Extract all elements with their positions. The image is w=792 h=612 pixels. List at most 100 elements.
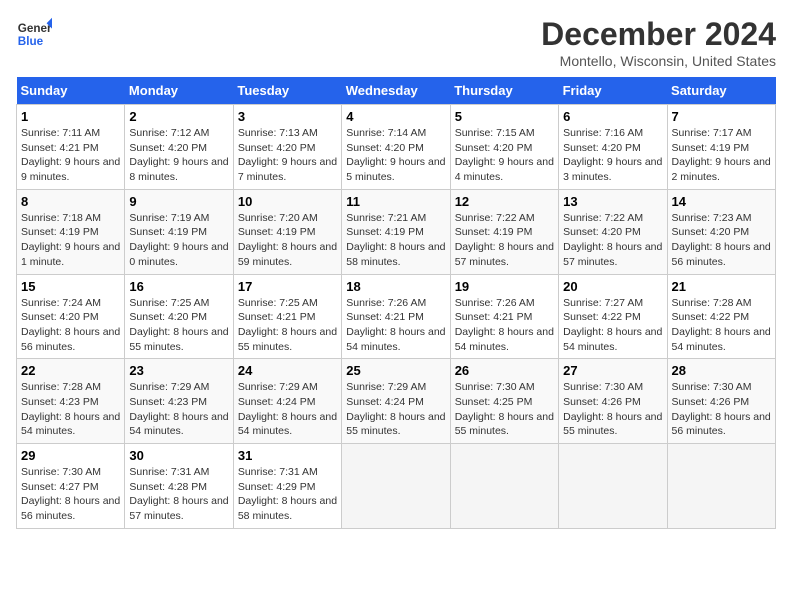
day-number: 13 <box>563 194 662 209</box>
calendar-cell: 15 Sunrise: 7:24 AMSunset: 4:20 PMDayligh… <box>17 274 125 359</box>
header-cell-wednesday: Wednesday <box>342 77 450 105</box>
calendar-cell: 9 Sunrise: 7:19 AMSunset: 4:19 PMDaylight… <box>125 189 233 274</box>
cell-info: Sunrise: 7:31 AMSunset: 4:28 PMDaylight:… <box>129 465 228 524</box>
calendar-cell: 8Sunrise: 7:18 AMSunset: 4:19 PMDaylight… <box>17 189 125 274</box>
day-number: 1 <box>21 109 120 124</box>
calendar-week-5: 29Sunrise: 7:30 AMSunset: 4:27 PMDayligh… <box>17 444 776 529</box>
day-number: 21 <box>672 279 771 294</box>
day-number: 11 <box>346 194 445 209</box>
cell-info: Sunrise: 7:11 AMSunset: 4:21 PMDaylight:… <box>21 126 120 185</box>
svg-text:General: General <box>18 22 52 35</box>
cell-info: Sunrise: 7:30 AMSunset: 4:26 PMDaylight:… <box>672 380 771 439</box>
cell-info: Sunrise: 7:28 AMSunset: 4:23 PMDaylight:… <box>21 380 120 439</box>
title-area: December 2024 Montello, Wisconsin, Unite… <box>541 16 776 69</box>
calendar-cell: 3Sunrise: 7:13 AMSunset: 4:20 PMDaylight… <box>233 105 341 190</box>
day-number: 20 <box>563 279 662 294</box>
cell-info: Sunrise: 7:31 AMSunset: 4:29 PMDaylight:… <box>238 465 337 524</box>
calendar-cell <box>450 444 558 529</box>
cell-info: Sunrise: 7:29 AMSunset: 4:24 PMDaylight:… <box>238 380 337 439</box>
calendar-cell: 1 Sunrise: 7:11 AMSunset: 4:21 PMDaylight… <box>17 105 125 190</box>
calendar-cell: 29Sunrise: 7:30 AMSunset: 4:27 PMDayligh… <box>17 444 125 529</box>
day-number: 7 <box>672 109 771 124</box>
day-number: 6 <box>563 109 662 124</box>
calendar-header-row: SundayMondayTuesdayWednesdayThursdayFrid… <box>17 77 776 105</box>
calendar-cell: 23 Sunrise: 7:29 AMSunset: 4:23 PMDayligh… <box>125 359 233 444</box>
subtitle: Montello, Wisconsin, United States <box>541 53 776 69</box>
calendar-cell: 22 Sunrise: 7:28 AMSunset: 4:23 PMDayligh… <box>17 359 125 444</box>
day-number: 24 <box>238 363 337 378</box>
logo-icon: General Blue <box>16 16 52 52</box>
calendar-cell: 5 Sunrise: 7:15 AMSunset: 4:20 PMDaylight… <box>450 105 558 190</box>
calendar-cell <box>342 444 450 529</box>
calendar-cell: 24 Sunrise: 7:29 AMSunset: 4:24 PMDayligh… <box>233 359 341 444</box>
header-cell-saturday: Saturday <box>667 77 775 105</box>
cell-info: Sunrise: 7:22 AMSunset: 4:19 PMDaylight:… <box>455 211 554 270</box>
day-number: 18 <box>346 279 445 294</box>
calendar-body: 1 Sunrise: 7:11 AMSunset: 4:21 PMDaylight… <box>17 105 776 529</box>
calendar-cell: 30 Sunrise: 7:31 AMSunset: 4:28 PMDayligh… <box>125 444 233 529</box>
cell-info: Sunrise: 7:19 AMSunset: 4:19 PMDaylight:… <box>129 211 228 270</box>
cell-info: Sunrise: 7:16 AMSunset: 4:20 PMDaylight:… <box>563 126 662 185</box>
header-cell-tuesday: Tuesday <box>233 77 341 105</box>
calendar-cell: 16 Sunrise: 7:25 AMSunset: 4:20 PMDayligh… <box>125 274 233 359</box>
calendar-cell: 27Sunrise: 7:30 AMSunset: 4:26 PMDayligh… <box>559 359 667 444</box>
day-number: 12 <box>455 194 554 209</box>
calendar-week-4: 22 Sunrise: 7:28 AMSunset: 4:23 PMDayligh… <box>17 359 776 444</box>
calendar-table: SundayMondayTuesdayWednesdayThursdayFrid… <box>16 77 776 529</box>
cell-info: Sunrise: 7:23 AMSunset: 4:20 PMDaylight:… <box>672 211 771 270</box>
day-number: 19 <box>455 279 554 294</box>
day-number: 2 <box>129 109 228 124</box>
calendar-cell: 25 Sunrise: 7:29 AMSunset: 4:24 PMDayligh… <box>342 359 450 444</box>
calendar-cell: 12 Sunrise: 7:22 AMSunset: 4:19 PMDayligh… <box>450 189 558 274</box>
calendar-cell: 21 Sunrise: 7:28 AMSunset: 4:22 PMDayligh… <box>667 274 775 359</box>
main-title: December 2024 <box>541 16 776 53</box>
calendar-cell: 11Sunrise: 7:21 AMSunset: 4:19 PMDayligh… <box>342 189 450 274</box>
calendar-cell <box>667 444 775 529</box>
day-number: 9 <box>129 194 228 209</box>
day-number: 25 <box>346 363 445 378</box>
calendar-cell: 26Sunrise: 7:30 AMSunset: 4:25 PMDayligh… <box>450 359 558 444</box>
day-number: 31 <box>238 448 337 463</box>
day-number: 8 <box>21 194 120 209</box>
header-cell-friday: Friday <box>559 77 667 105</box>
day-number: 5 <box>455 109 554 124</box>
cell-info: Sunrise: 7:29 AMSunset: 4:24 PMDaylight:… <box>346 380 445 439</box>
day-number: 29 <box>21 448 120 463</box>
header: General Blue December 2024 Montello, Wis… <box>16 16 776 69</box>
calendar-cell: 17Sunrise: 7:25 AMSunset: 4:21 PMDayligh… <box>233 274 341 359</box>
day-number: 3 <box>238 109 337 124</box>
day-number: 30 <box>129 448 228 463</box>
day-number: 10 <box>238 194 337 209</box>
day-number: 27 <box>563 363 662 378</box>
cell-info: Sunrise: 7:29 AMSunset: 4:23 PMDaylight:… <box>129 380 228 439</box>
cell-info: Sunrise: 7:22 AMSunset: 4:20 PMDaylight:… <box>563 211 662 270</box>
cell-info: Sunrise: 7:26 AMSunset: 4:21 PMDaylight:… <box>346 296 445 355</box>
cell-info: Sunrise: 7:27 AMSunset: 4:22 PMDaylight:… <box>563 296 662 355</box>
cell-info: Sunrise: 7:15 AMSunset: 4:20 PMDaylight:… <box>455 126 554 185</box>
cell-info: Sunrise: 7:20 AMSunset: 4:19 PMDaylight:… <box>238 211 337 270</box>
cell-info: Sunrise: 7:28 AMSunset: 4:22 PMDaylight:… <box>672 296 771 355</box>
day-number: 23 <box>129 363 228 378</box>
cell-info: Sunrise: 7:26 AMSunset: 4:21 PMDaylight:… <box>455 296 554 355</box>
day-number: 16 <box>129 279 228 294</box>
calendar-week-3: 15 Sunrise: 7:24 AMSunset: 4:20 PMDayligh… <box>17 274 776 359</box>
cell-info: Sunrise: 7:25 AMSunset: 4:20 PMDaylight:… <box>129 296 228 355</box>
calendar-cell: 20 Sunrise: 7:27 AMSunset: 4:22 PMDayligh… <box>559 274 667 359</box>
header-cell-thursday: Thursday <box>450 77 558 105</box>
calendar-cell <box>559 444 667 529</box>
calendar-week-2: 8Sunrise: 7:18 AMSunset: 4:19 PMDaylight… <box>17 189 776 274</box>
calendar-cell: 7Sunrise: 7:17 AMSunset: 4:19 PMDaylight… <box>667 105 775 190</box>
svg-text:Blue: Blue <box>18 35 44 48</box>
calendar-cell: 13 Sunrise: 7:22 AMSunset: 4:20 PMDayligh… <box>559 189 667 274</box>
day-number: 17 <box>238 279 337 294</box>
day-number: 22 <box>21 363 120 378</box>
header-cell-monday: Monday <box>125 77 233 105</box>
calendar-cell: 28Sunrise: 7:30 AMSunset: 4:26 PMDayligh… <box>667 359 775 444</box>
calendar-week-1: 1 Sunrise: 7:11 AMSunset: 4:21 PMDaylight… <box>17 105 776 190</box>
day-number: 15 <box>21 279 120 294</box>
calendar-cell: 18 Sunrise: 7:26 AMSunset: 4:21 PMDayligh… <box>342 274 450 359</box>
calendar-cell: 4Sunrise: 7:14 AMSunset: 4:20 PMDaylight… <box>342 105 450 190</box>
cell-info: Sunrise: 7:24 AMSunset: 4:20 PMDaylight:… <box>21 296 120 355</box>
day-number: 14 <box>672 194 771 209</box>
day-number: 26 <box>455 363 554 378</box>
